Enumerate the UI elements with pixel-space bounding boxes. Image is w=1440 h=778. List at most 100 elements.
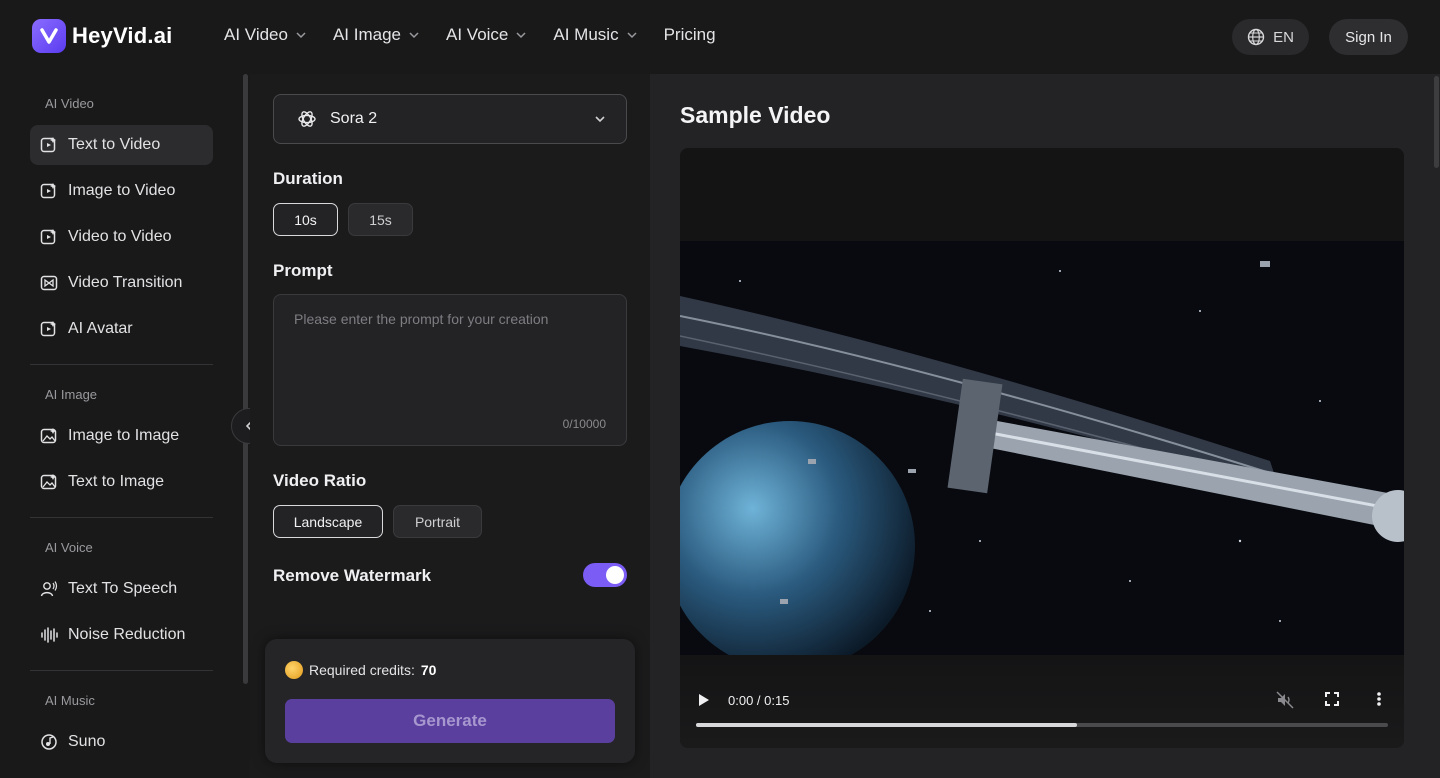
chevron-down-icon <box>296 32 306 39</box>
more-options-icon[interactable] <box>1376 691 1382 707</box>
image-to-video-icon <box>40 183 56 199</box>
sidebar-item-video-transition[interactable]: Video Transition <box>30 263 213 303</box>
muted-icon[interactable] <box>1276 691 1294 709</box>
duration-option-15s[interactable]: 15s <box>348 203 413 236</box>
nav-label: AI Voice <box>446 25 509 44</box>
language-label: EN <box>1273 28 1294 46</box>
sidebar-item-image-to-image[interactable]: Image to Image <box>30 416 213 456</box>
nav-ai-voice[interactable]: AI Voice <box>446 25 526 45</box>
video-progress-bar[interactable] <box>696 723 1388 727</box>
video-transition-icon <box>40 275 58 291</box>
model-select[interactable]: Sora 2 <box>273 94 627 144</box>
sidebar-item-label: Video Transition <box>68 274 183 291</box>
nav-label: AI Music <box>553 25 619 44</box>
sidebar-item-noise-reduction[interactable]: Noise Reduction <box>30 615 213 655</box>
language-selector[interactable]: EN <box>1232 19 1309 55</box>
credits-value: 70 <box>420 662 437 678</box>
video-time: 0:00 / 0:15 <box>728 693 790 708</box>
space-station-scene-image <box>680 241 1404 655</box>
video-to-video-icon <box>40 229 56 245</box>
sidebar-scrollbar[interactable] <box>243 74 248 684</box>
sidebar-item-label: Text to Image <box>68 473 165 490</box>
fullscreen-icon[interactable] <box>1325 692 1339 706</box>
nav-label: AI Image <box>332 25 402 44</box>
sidebar-item-video-to-video[interactable]: Video to Video <box>30 217 213 257</box>
play-icon[interactable] <box>698 693 710 707</box>
sidebar-item-label: AI Avatar <box>68 320 133 337</box>
prompt-label: Prompt <box>273 261 333 280</box>
brand-name: HeyVid.ai <box>72 23 173 48</box>
credits-label: Required credits: <box>309 662 415 678</box>
sign-in-button[interactable]: Sign In <box>1329 19 1408 55</box>
required-credits: Required credits: 70 <box>285 661 436 679</box>
video-progress-fill <box>696 723 1077 727</box>
sidebar-item-label: Text To Speech <box>68 580 178 597</box>
sidebar-item-label: Image to Video <box>68 182 176 199</box>
generate-button[interactable]: Generate <box>285 699 615 743</box>
sidebar-section-title: AI Image <box>45 387 98 402</box>
sidebar-divider <box>30 670 213 671</box>
nav-ai-video[interactable]: AI Video <box>224 25 306 45</box>
ai-avatar-icon <box>40 321 56 337</box>
text-to-video-icon <box>40 137 56 153</box>
nav-label: AI Video <box>224 25 288 44</box>
logo[interactable]: HeyVid.ai <box>32 19 172 53</box>
page-scrollbar[interactable] <box>1434 76 1439 168</box>
sidebar-item-text-to-image[interactable]: Text to Image <box>30 462 213 502</box>
sidebar-item-label: Video to Video <box>68 228 172 245</box>
video-controls: 0:00 / 0:15 <box>680 655 1404 748</box>
sidebar-section-title: AI Video <box>45 96 94 111</box>
video-frame <box>680 241 1404 655</box>
sidebar-item-image-to-video[interactable]: Image to Video <box>30 171 213 211</box>
ratio-option-landscape[interactable]: Landscape <box>273 505 383 538</box>
noise-reduction-icon <box>41 627 58 643</box>
model-select-value: Sora 2 <box>330 110 378 127</box>
sidebar-item-label: Noise Reduction <box>68 626 186 643</box>
generation-form: Sora 2 Duration 10s 15s Prompt Please en… <box>250 74 650 778</box>
prompt-char-counter: 0/10000 <box>562 417 606 431</box>
duration-label: Duration <box>273 169 343 188</box>
music-note-icon <box>41 734 57 750</box>
text-to-image-icon <box>40 474 57 490</box>
toggle-knob <box>606 566 624 584</box>
remove-watermark-toggle[interactable] <box>583 563 627 587</box>
sidebar-item-text-to-video[interactable]: Text to Video <box>30 125 213 165</box>
sidebar-item-label: Text to Video <box>68 136 161 153</box>
preview-panel: Sample Video 0:00 / 0:15 <box>650 74 1440 778</box>
video-player[interactable]: 0:00 / 0:15 <box>680 148 1404 748</box>
nav-ai-image[interactable]: AI Image <box>333 25 419 45</box>
sidebar-item-ai-avatar[interactable]: AI Avatar <box>30 309 213 349</box>
video-ratio-label: Video Ratio <box>273 471 367 490</box>
nav-ai-music[interactable]: AI Music <box>553 25 637 45</box>
image-to-image-icon <box>40 428 57 444</box>
sidebar-divider <box>30 517 213 518</box>
sidebar: AI Video Text to Video Image to Video Vi… <box>0 74 267 778</box>
coin-icon <box>285 661 303 679</box>
ratio-option-portrait[interactable]: Portrait <box>393 505 482 538</box>
main-nav: AI Video AI Image AI Voice AI Music Pric… <box>224 25 743 45</box>
generate-card: Required credits: 70 Generate <box>265 639 635 763</box>
globe-icon <box>1247 28 1265 46</box>
sidebar-item-label: Image to Image <box>68 427 180 444</box>
openai-icon <box>298 111 316 127</box>
sample-video-title: Sample Video <box>680 102 831 128</box>
remove-watermark-label: Remove Watermark <box>273 566 432 585</box>
top-bar: HeyVid.ai AI Video AI Image AI Voice AI … <box>0 0 1440 74</box>
sidebar-divider <box>30 364 213 365</box>
chevron-down-icon <box>516 32 526 39</box>
duration-option-10s[interactable]: 10s <box>273 203 338 236</box>
text-to-speech-icon <box>40 581 58 597</box>
sidebar-item-text-to-speech[interactable]: Text To Speech <box>30 569 213 609</box>
prompt-textarea[interactable]: Please enter the prompt for your creatio… <box>273 294 627 446</box>
sidebar-section-title: AI Voice <box>45 540 93 555</box>
chevron-down-icon <box>627 32 637 39</box>
sidebar-item-suno[interactable]: Suno <box>30 722 213 762</box>
logo-mark-icon <box>32 19 66 53</box>
prompt-placeholder: Please enter the prompt for your creatio… <box>294 311 549 327</box>
chevron-down-icon <box>595 116 605 123</box>
sidebar-item-label: Suno <box>68 733 106 750</box>
nav-pricing[interactable]: Pricing <box>664 25 716 45</box>
sidebar-section-title: AI Music <box>45 693 95 708</box>
chevron-down-icon <box>409 32 419 39</box>
nav-label: Pricing <box>663 25 716 44</box>
